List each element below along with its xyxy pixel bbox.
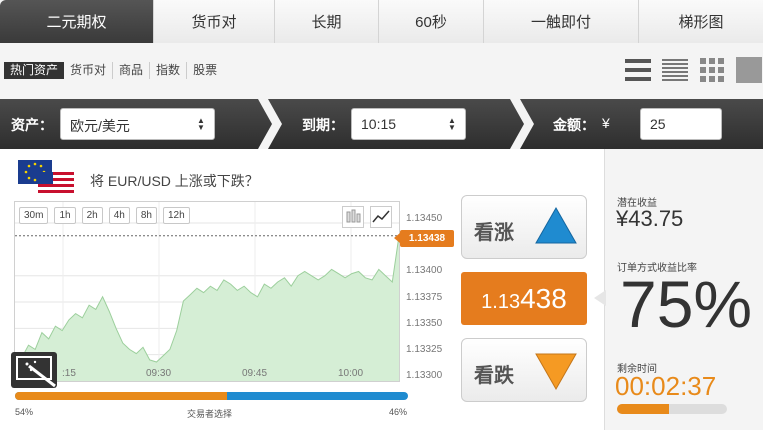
trader-sentiment-bar: [15, 392, 408, 400]
top-tabs: 二元期权 货币对 长期 60秒 一触即付 梯形图: [0, 0, 763, 43]
range-8h-button[interactable]: 8h: [135, 207, 157, 224]
magic-tool-icon[interactable]: [11, 352, 57, 388]
list-compact-icon[interactable]: [662, 57, 688, 83]
call-sentiment-fill: [15, 392, 228, 400]
current-price-tag: 1.13438: [394, 230, 454, 247]
sentiment-label: 交易者选择: [187, 409, 233, 419]
trading-widget: 二元期权 货币对 长期 60秒 一触即付 梯形图 热门资产 货币对 商品 指数 …: [0, 0, 763, 430]
chevron-separator-icon: [510, 99, 534, 149]
amount-label: 金额：: [553, 117, 595, 133]
range-1h-button[interactable]: 1h: [54, 207, 76, 224]
payout-rate-value: 75%: [620, 267, 753, 341]
time-remaining-fill: [617, 404, 669, 414]
down-arrow-icon: [535, 353, 577, 391]
price-lead: 1.13: [481, 291, 521, 313]
grid-small-icon[interactable]: [699, 57, 725, 83]
view-switcher: [625, 57, 762, 83]
selection-bar: 资产： 欧元/美元 ▲ ▼ 到期： 10:15 ▲ ▼ 金额： ¥ 25: [0, 99, 763, 149]
tab-one-touch[interactable]: 一触即付: [484, 0, 639, 43]
select-arrows-icon: ▲ ▼: [197, 116, 205, 132]
expiry-select-value: 10:15: [361, 116, 397, 132]
tab-ladder[interactable]: 梯形图: [639, 0, 763, 43]
time-range-selector: 30m 1h 2h 4h 8h 12h: [19, 207, 190, 224]
price-tail: 438: [520, 283, 567, 314]
price-area: [15, 235, 399, 381]
x-tick: 09:30: [146, 368, 172, 379]
chevron-separator-icon: [258, 99, 282, 149]
asset-select[interactable]: 欧元/美元 ▲ ▼: [60, 108, 215, 140]
y-tick: 1.13400: [406, 265, 443, 276]
grid-large-icon[interactable]: [736, 57, 762, 83]
time-remaining-value: 00:02:37: [615, 371, 717, 401]
category-stocks[interactable]: 股票: [186, 62, 223, 79]
put-button-label: 看跌: [474, 365, 514, 387]
category-commodities[interactable]: 商品: [112, 62, 149, 79]
category-indices[interactable]: 指数: [149, 62, 186, 79]
time-remaining-bar: [617, 404, 727, 414]
range-2h-button[interactable]: 2h: [81, 207, 103, 224]
current-price-display: 1.13438: [461, 272, 587, 325]
y-tick: 1.13375: [406, 292, 443, 303]
expiry-label: 到期：: [302, 117, 344, 133]
question-text: 将 EUR/USD 上涨或下跌？: [90, 173, 259, 189]
payout-panel: 潜在收益 ¥43.75 订单方式收益比率 75% 剩余时间 00:02:37: [606, 149, 763, 430]
potential-return-value: ¥43.75: [616, 206, 684, 231]
tab-60-seconds[interactable]: 60秒: [379, 0, 484, 43]
x-tick: :15: [62, 368, 76, 379]
panel-pointer: [594, 290, 606, 306]
category-hot-assets[interactable]: 热门资产: [4, 62, 65, 79]
put-button[interactable]: 看跌: [461, 338, 587, 402]
y-tick: 1.13350: [406, 318, 443, 329]
tab-currency-pairs[interactable]: 货币对: [154, 0, 275, 43]
price-chart-plot: [15, 202, 399, 381]
amount-input[interactable]: 25: [640, 108, 722, 140]
up-arrow-icon: [535, 206, 577, 244]
price-chart: 30m 1h 2h 4h 8h 12h: [11, 201, 400, 388]
y-tick: 1.13450: [406, 213, 443, 224]
put-percentage: 46%: [389, 407, 408, 417]
tab-binary-options[interactable]: 二元期权: [0, 0, 154, 43]
call-percentage: 54%: [15, 407, 34, 417]
list-large-icon[interactable]: [625, 57, 651, 83]
range-12h-button[interactable]: 12h: [162, 207, 190, 224]
line-chart-icon[interactable]: [370, 206, 392, 228]
currency-symbol: ¥: [602, 115, 610, 131]
amount-input-value: 25: [650, 116, 666, 132]
select-arrows-icon: ▲ ▼: [448, 116, 456, 132]
y-tick: 1.13300: [406, 370, 443, 381]
x-tick: 10:00: [338, 368, 364, 379]
candlestick-chart-icon[interactable]: [342, 206, 364, 228]
tab-long-term[interactable]: 长期: [275, 0, 379, 43]
sub-navigation: 热门资产 货币对 商品 指数 股票: [0, 43, 763, 97]
category-filter: 热门资产 货币对 商品 指数 股票: [4, 62, 223, 79]
eur-usd-flag-icon: [18, 160, 74, 194]
category-currency-pairs[interactable]: 货币对: [64, 62, 112, 79]
call-button-label: 看涨: [474, 222, 514, 244]
expiry-select[interactable]: 10:15 ▲ ▼: [351, 108, 466, 140]
call-button[interactable]: 看涨: [461, 195, 587, 259]
range-4h-button[interactable]: 4h: [108, 207, 130, 224]
asset-label: 资产：: [11, 117, 53, 133]
x-tick: 09:45: [242, 368, 268, 379]
asset-select-value: 欧元/美元: [70, 118, 130, 134]
range-30m-button[interactable]: 30m: [19, 207, 49, 224]
y-tick: 1.13325: [406, 344, 443, 355]
